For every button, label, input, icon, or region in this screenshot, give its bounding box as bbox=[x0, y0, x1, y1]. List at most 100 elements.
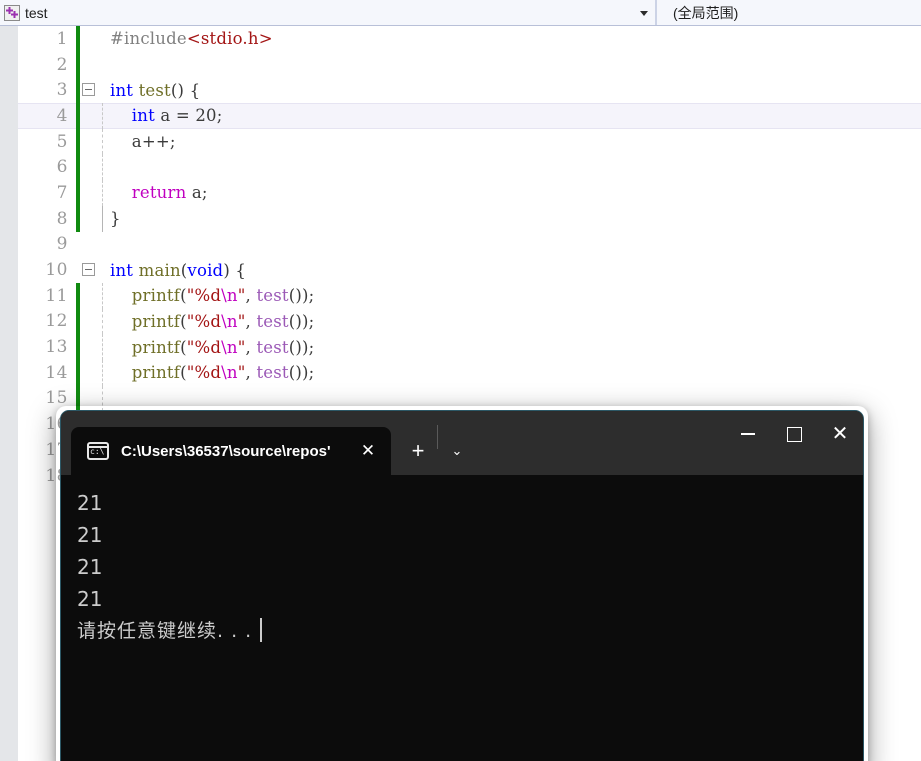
line-number: 4 bbox=[56, 105, 68, 126]
code-line[interactable]: 4 int a = 20; bbox=[18, 103, 921, 129]
chevron-down-icon[interactable]: ⌄ bbox=[438, 427, 476, 475]
outlining-glyph[interactable] bbox=[80, 77, 98, 103]
console-output-line: 21 bbox=[77, 523, 103, 547]
code-token: void bbox=[187, 260, 224, 280]
indent-guide bbox=[98, 334, 110, 360]
code-token: \n bbox=[221, 363, 238, 383]
code-token: ( bbox=[180, 363, 187, 383]
code-line[interactable]: 5 a++; bbox=[18, 128, 921, 155]
code-token: return bbox=[131, 183, 187, 203]
code-token: ( bbox=[180, 286, 187, 306]
terminal-tab[interactable]: C:\Users\36537\source\repos' ✕ bbox=[71, 427, 391, 475]
code-line[interactable]: 12 printf("%d\n", test()); bbox=[18, 308, 921, 335]
code-token: test bbox=[256, 286, 289, 306]
collapse-minus-icon[interactable] bbox=[82, 263, 95, 277]
code-token: , bbox=[245, 337, 257, 357]
tab-close-icon[interactable]: ✕ bbox=[353, 436, 383, 466]
code-token: int bbox=[131, 106, 155, 126]
scope-dropdown[interactable]: (全局范围) bbox=[656, 0, 921, 25]
code-token: ()); bbox=[288, 337, 315, 357]
console-window[interactable]: C:\Users\36537\source\repos' ✕ + ⌄ ✕ 21 … bbox=[60, 410, 864, 761]
outlining-glyph bbox=[80, 334, 98, 360]
indent-guide bbox=[98, 308, 110, 335]
indent-guide bbox=[98, 359, 110, 386]
indent-guide bbox=[98, 103, 110, 129]
line-number: 1 bbox=[56, 28, 68, 49]
code-token: , bbox=[245, 286, 257, 306]
new-tab-icon[interactable]: + bbox=[399, 427, 437, 475]
terminal-tab-title: C:\Users\36537\source\repos' bbox=[121, 442, 331, 460]
code-token: printf bbox=[131, 311, 181, 331]
code-token: int bbox=[110, 260, 134, 280]
code-line[interactable]: 14 printf("%d\n", test()); bbox=[18, 359, 921, 386]
code-text: } bbox=[110, 209, 121, 228]
cpp-member-icon bbox=[4, 4, 20, 21]
code-line[interactable]: 3 int test() { bbox=[18, 77, 921, 104]
code-text: a++; bbox=[110, 132, 176, 151]
code-line[interactable]: 10 int main(void) { bbox=[18, 257, 921, 283]
code-token: "%d bbox=[186, 286, 222, 306]
code-token: \n bbox=[221, 337, 238, 357]
indent-guide bbox=[98, 26, 110, 52]
code-token: "%d bbox=[186, 363, 222, 383]
editor-left-strip bbox=[0, 26, 18, 761]
code-text: int a = 20; bbox=[110, 106, 223, 125]
console-title-bar[interactable]: C:\Users\36537\source\repos' ✕ + ⌄ ✕ bbox=[61, 411, 863, 475]
line-number: 6 bbox=[56, 157, 68, 178]
maximize-icon[interactable] bbox=[771, 411, 817, 457]
code-token: , bbox=[245, 311, 257, 331]
code-line[interactable]: 2 bbox=[18, 51, 921, 78]
indent-guide bbox=[98, 257, 110, 283]
code-token: #include bbox=[110, 29, 187, 49]
code-text: #include<stdio.h> bbox=[110, 29, 273, 48]
code-line[interactable]: 9 bbox=[18, 232, 921, 258]
code-token: " bbox=[237, 363, 246, 383]
code-token: ; bbox=[216, 106, 223, 126]
code-line[interactable]: 1 #include<stdio.h> bbox=[18, 26, 921, 52]
code-text: printf("%d\n", test()); bbox=[110, 286, 314, 305]
outlining-glyph bbox=[80, 283, 98, 309]
code-line[interactable]: 7 return a; bbox=[18, 180, 921, 206]
code-token: 20 bbox=[195, 106, 217, 126]
indent-guide bbox=[98, 77, 110, 103]
code-text: printf("%d\n", test()); bbox=[110, 363, 314, 382]
line-number: 11 bbox=[45, 285, 68, 306]
line-number: 13 bbox=[45, 337, 68, 358]
code-line[interactable]: 13 printf("%d\n", test()); bbox=[18, 334, 921, 360]
screen: test (全局范围) 1 #include<stdio.h> 2 3 int test… bbox=[0, 0, 921, 761]
outlining-glyph[interactable] bbox=[80, 257, 98, 283]
chevron-down-icon[interactable] bbox=[640, 10, 648, 16]
minimize-icon[interactable] bbox=[725, 411, 771, 457]
code-token: ()); bbox=[288, 311, 315, 331]
code-token: "%d bbox=[186, 311, 222, 331]
console-output[interactable]: 21 21 21 21 请按任意键继续. . . bbox=[61, 475, 863, 761]
line-number: 2 bbox=[56, 54, 68, 75]
code-token: test bbox=[256, 363, 289, 383]
code-token: test bbox=[138, 80, 171, 100]
close-icon[interactable]: ✕ bbox=[817, 411, 863, 457]
code-text: printf("%d\n", test()); bbox=[110, 312, 314, 331]
code-token: a; bbox=[186, 183, 208, 203]
code-token: printf bbox=[131, 363, 181, 383]
code-line[interactable]: 11 printf("%d\n", test()); bbox=[18, 282, 921, 309]
console-output-line: 21 bbox=[77, 587, 103, 611]
vs-navigation-bar: test (全局范围) bbox=[0, 0, 921, 26]
code-line[interactable]: 6 bbox=[18, 154, 921, 181]
console-prompt-line: 请按任意键继续. . . bbox=[77, 615, 863, 647]
line-number: 5 bbox=[56, 131, 68, 152]
indent-guide bbox=[98, 128, 110, 155]
console-output-line: 21 bbox=[77, 491, 103, 515]
outlining-glyph bbox=[80, 180, 98, 206]
code-line[interactable]: 8} bbox=[18, 205, 921, 232]
code-token: " bbox=[237, 286, 246, 306]
outlining-glyph bbox=[80, 129, 98, 155]
code-token: \n bbox=[221, 311, 238, 331]
code-text: int main(void) { bbox=[110, 261, 246, 280]
code-token: a++; bbox=[110, 132, 176, 152]
outlining-glyph bbox=[80, 309, 98, 335]
member-dropdown[interactable]: test bbox=[0, 0, 656, 25]
code-token: () { bbox=[170, 80, 201, 100]
code-token: test bbox=[256, 337, 289, 357]
collapse-minus-icon[interactable] bbox=[82, 83, 95, 97]
